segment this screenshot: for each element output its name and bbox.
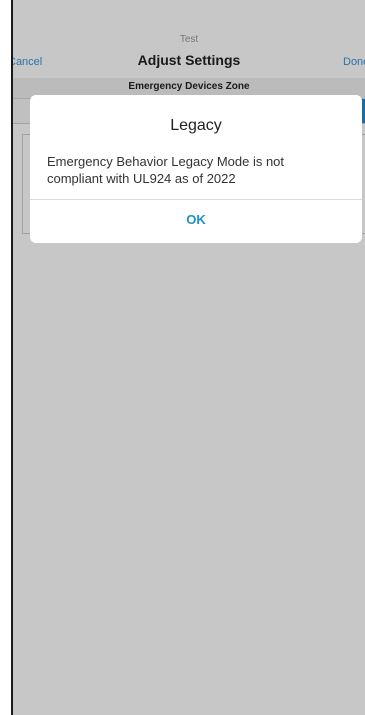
alert-title: Legacy <box>170 117 222 134</box>
modal-overlay: Legacy Emergency Behavior Legacy Mode is… <box>13 0 365 715</box>
app-view: Test Adjust Settings Cancel Done Emergen… <box>13 0 365 715</box>
screen: Test Adjust Settings Cancel Done Emergen… <box>0 0 365 715</box>
ok-button[interactable]: OK <box>30 200 362 243</box>
alert-dialog: Legacy Emergency Behavior Legacy Mode is… <box>30 95 362 243</box>
alert-message: Emergency Behavior Legacy Mode is not co… <box>47 154 285 186</box>
